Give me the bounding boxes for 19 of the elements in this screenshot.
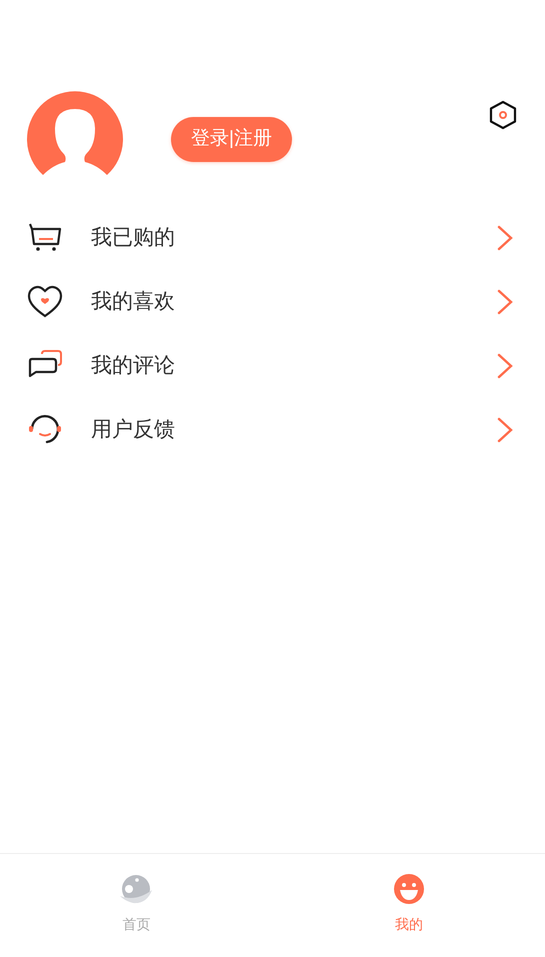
settings-icon[interactable] (488, 100, 518, 130)
chevron-right-icon (497, 225, 513, 251)
menu-label: 我的评论 (91, 353, 176, 380)
menu-item[interactable]: 用户反馈 (0, 398, 545, 462)
avatar-icon (27, 91, 123, 175)
heart-icon (27, 284, 63, 320)
planet-icon (119, 874, 154, 906)
chevron-right-icon (497, 353, 513, 379)
chevron-right-icon (497, 289, 513, 315)
smiley-icon (392, 874, 426, 906)
menu-label: 用户反馈 (91, 417, 176, 444)
menu-item[interactable]: 我的喜欢 (0, 270, 545, 334)
tab-label: 首页 (122, 915, 150, 934)
menu-label: 我已购的 (91, 225, 176, 252)
menu-label: 我的喜欢 (91, 289, 176, 316)
chevron-right-icon (497, 417, 513, 443)
menu-item[interactable]: 我的评论 (0, 334, 545, 398)
menu-item[interactable]: 我已购的 (0, 206, 545, 270)
tab-label: 我的 (394, 915, 423, 934)
